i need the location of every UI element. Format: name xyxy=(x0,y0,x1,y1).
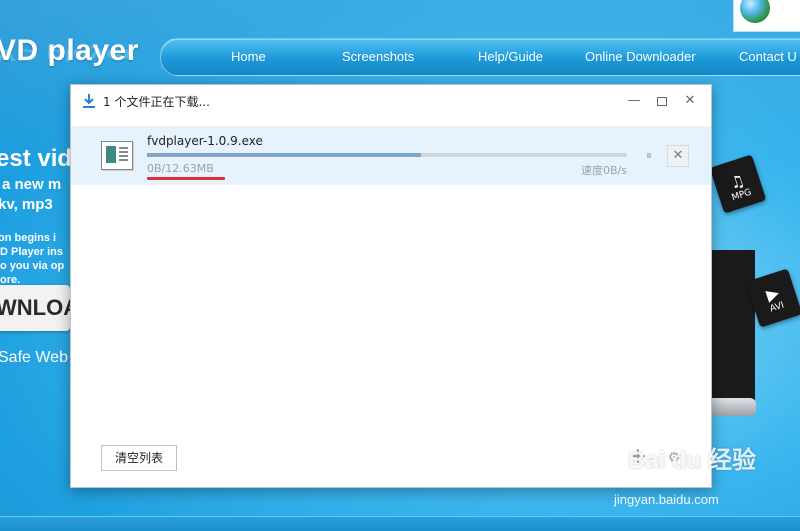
nav-online-downloader[interactable]: Online Downloader xyxy=(585,39,696,75)
hero-text-2: D Player ins xyxy=(0,246,63,258)
cancel-download-button[interactable]: ✕ xyxy=(667,145,689,167)
maximize-button[interactable] xyxy=(651,91,673,111)
language-globe[interactable] xyxy=(733,0,800,32)
site-download-button[interactable]: WNLOA xyxy=(0,285,79,331)
laptop-image xyxy=(705,250,755,410)
close-button[interactable]: ✕ xyxy=(679,91,701,111)
dialog-titlebar[interactable]: 1 个文件正在下载... — ✕ xyxy=(71,85,711,117)
annotation-underline xyxy=(147,177,225,180)
hero-text-3: o you via op xyxy=(0,260,65,272)
pause-icon: ⏸ xyxy=(645,148,652,162)
download-progress-bar xyxy=(147,153,627,157)
watermark-url: jingyan.baidu.com xyxy=(614,492,719,507)
baidu-jingyan-watermark: Bai du 经验 jingyan.baidu.com xyxy=(598,440,798,520)
download-item-row[interactable]: fvdplayer-1.0.9.exe 0B/12.63MB 速度0B/s ⏸ … xyxy=(71,126,711,185)
watermark-brand: Bai du 经验 xyxy=(628,447,757,474)
exe-file-icon xyxy=(101,141,133,170)
download-size: 0B/12.63MB xyxy=(147,162,214,175)
pause-button[interactable]: ⏸ xyxy=(641,147,657,163)
site-download-label: WNLOA xyxy=(0,295,80,320)
safe-web-text: Safe Web xyxy=(0,349,68,366)
download-icon xyxy=(83,94,95,108)
maximize-icon xyxy=(657,97,667,106)
laptop-base-image xyxy=(708,398,756,416)
cancel-icon: ✕ xyxy=(672,148,684,163)
minimize-button[interactable]: — xyxy=(623,91,645,111)
close-icon: ✕ xyxy=(684,93,696,108)
nav-screenshots[interactable]: Screenshots xyxy=(342,39,414,75)
download-speed: 速度0B/s xyxy=(581,164,627,177)
top-nav: Home Screenshots Help/Guide Online Downl… xyxy=(160,38,800,76)
download-progress-fill xyxy=(147,153,421,157)
dialog-title: 1 个文件正在下载... xyxy=(103,95,210,109)
hero-text-1: on begins i xyxy=(0,232,57,244)
nav-contact[interactable]: Contact U xyxy=(739,39,797,75)
nav-help-guide[interactable]: Help/Guide xyxy=(478,39,543,75)
globe-icon xyxy=(740,0,770,23)
site-logo-reflection: VD player xyxy=(0,45,135,64)
download-filename: fvdplayer-1.0.9.exe xyxy=(147,134,263,148)
hero-subline-2: kv, mp3 xyxy=(0,196,53,213)
hero-subline-1: a new m xyxy=(2,176,62,193)
minimize-icon: — xyxy=(627,93,641,108)
download-manager-dialog: 1 个文件正在下载... — ✕ fvdplayer-1.0.9.exe 0B/… xyxy=(70,84,712,488)
file-icon-panel xyxy=(106,146,116,163)
nav-home[interactable]: Home xyxy=(231,39,266,75)
clear-list-button[interactable]: 清空列表 xyxy=(101,445,177,471)
file-icon-lines xyxy=(119,147,128,163)
